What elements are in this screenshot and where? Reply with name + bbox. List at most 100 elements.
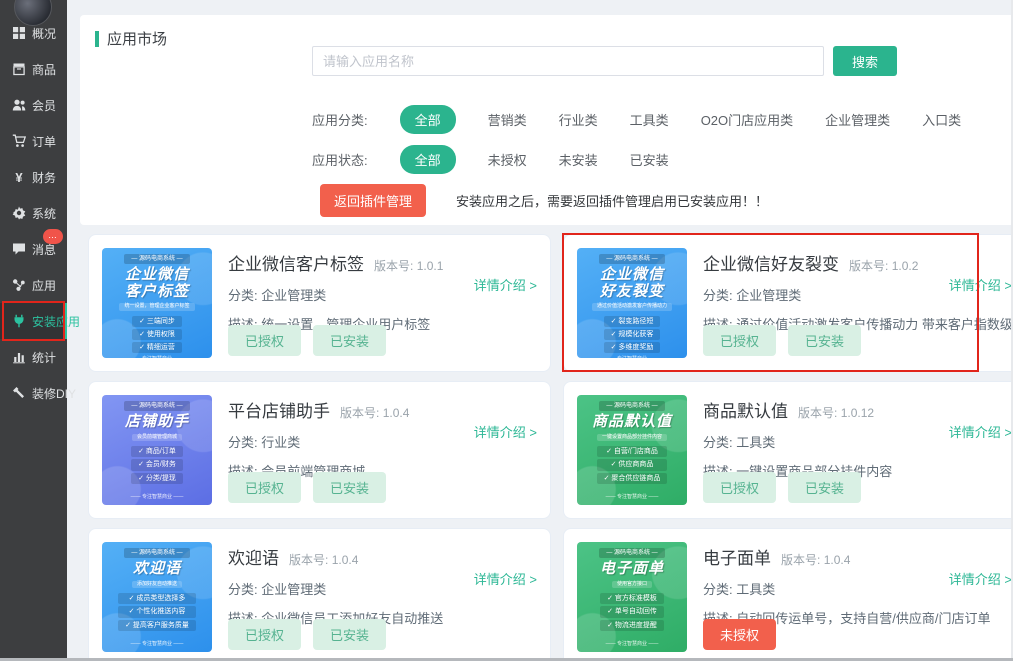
- detail-link[interactable]: 详情介绍 >: [474, 275, 537, 294]
- app-card-body: 企业微信客户标签 版本号: 1.0.1 分类: 企业管理类 描述: 统一设置，管…: [228, 248, 537, 358]
- version-value: 1.0.4: [824, 553, 851, 567]
- app-icon-footer: 专注智慧商业: [131, 493, 184, 500]
- app-card-head: 企业微信客户标签 版本号: 1.0.1: [228, 250, 537, 275]
- detail-link[interactable]: 详情介绍 >: [474, 422, 537, 441]
- sidebar-item-label: 系统: [32, 205, 56, 222]
- app-card-body: 平台店铺助手 版本号: 1.0.4 分类: 行业类 描述: 会员前端管理商城: [228, 395, 537, 505]
- app-card-head: 企业微信好友裂变 版本号: 1.0.2: [703, 250, 1012, 275]
- sidebar-item[interactable]: 应用: [0, 267, 67, 303]
- detail-link[interactable]: 详情介绍 >: [474, 569, 537, 588]
- app-icon-image: — 源码电商系统 — 商品默认值 一键设置商品部分挂件内容 自营/门店商品供应商…: [577, 395, 687, 505]
- app-icon-feature: 三端同步: [132, 316, 182, 327]
- status-tag: 已授权: [228, 619, 301, 650]
- app-icon-feature: 单号自动回传: [600, 606, 664, 617]
- detail-link[interactable]: 详情介绍 >: [949, 275, 1012, 294]
- filter-option[interactable]: 全部: [400, 145, 456, 174]
- app-card-head: 欢迎语 版本号: 1.0.4: [228, 544, 537, 569]
- app-card-grid: — 源码电商系统 — 企业微信客户标签 统一设置，管理企业客户标签 三端同步使用…: [88, 234, 1013, 661]
- app-icon-title-line: 企业微信: [600, 267, 664, 284]
- sidebar-item-icon: [12, 26, 26, 40]
- category-value: 工具类: [736, 435, 775, 450]
- search-input[interactable]: [312, 46, 824, 76]
- app-icon-feature: 精细运营: [132, 342, 182, 353]
- sidebar-item-label: 概况: [32, 25, 56, 42]
- app-name: 企业微信客户标签: [228, 250, 364, 275]
- category-value: 行业类: [261, 435, 300, 450]
- version-label: 版本号:: [849, 259, 888, 273]
- app-icon-image: — 源码电商系统 — 企业微信客户标签 统一设置，管理企业客户标签 三端同步使用…: [102, 248, 212, 358]
- app-card: — 源码电商系统 — 企业微信客户标签 统一设置，管理企业客户标签 三端同步使用…: [88, 234, 551, 372]
- category-value: 企业管理类: [261, 582, 326, 597]
- status-tag: 已安装: [788, 325, 861, 356]
- sidebar-item-label: 订单: [32, 133, 56, 150]
- detail-link[interactable]: 详情介绍 >: [949, 569, 1012, 588]
- filter-option[interactable]: 营销类: [488, 110, 527, 129]
- filter-option[interactable]: 入口类: [922, 110, 961, 129]
- app-version: 版本号: 1.0.1: [374, 257, 443, 274]
- sidebar-item-label: 安装应用: [32, 313, 80, 330]
- app-card: — 源码电商系统 — 欢迎语 添加好友自动推送 成员类型选择多个性化推送内容提高…: [88, 528, 551, 661]
- filter-option[interactable]: 工具类: [630, 110, 669, 129]
- app-card-head: 电子面单 版本号: 1.0.4: [703, 544, 1012, 569]
- sidebar-item-icon: [12, 206, 26, 220]
- app-icon-features: 成员类型选择多个性化推送内容提高客户服务质量: [118, 591, 196, 632]
- sidebar-item-icon: [12, 386, 26, 400]
- app-version: 版本号: 1.0.2: [849, 257, 918, 274]
- sidebar-item-icon: [12, 62, 26, 76]
- app-status-tags: 已授权已安装: [228, 325, 386, 356]
- app-icon-subtitle: 统一设置，管理企业客户标签: [119, 303, 194, 311]
- app-version: 版本号: 1.0.4: [340, 404, 409, 421]
- app-icon-ribbon: — 源码电商系统 —: [599, 548, 664, 558]
- page-title: 应用市场: [95, 28, 167, 49]
- filter-option[interactable]: 未授权: [488, 150, 527, 169]
- app-card-body: 欢迎语 版本号: 1.0.4 分类: 企业管理类 描述: 企业微信员工添加好友自…: [228, 542, 537, 652]
- message-badge: …: [43, 229, 63, 244]
- app-icon-feature: 裂变路径短: [604, 316, 661, 327]
- app-card: — 源码电商系统 — 企业微信好友裂变 通过价值活动激发客户传播动力 裂变路径短…: [563, 234, 1013, 372]
- app-icon-feature: 成员类型选择多: [118, 593, 196, 604]
- filter-label: 应用分类:: [312, 110, 368, 129]
- app-icon-footer: 专注智慧商业: [606, 640, 659, 647]
- detail-link[interactable]: 详情介绍 >: [949, 422, 1012, 441]
- filter-option[interactable]: 行业类: [559, 110, 598, 129]
- sidebar-item[interactable]: 安装应用: [0, 303, 67, 339]
- sidebar-item[interactable]: 订单: [0, 123, 67, 159]
- app-name: 欢迎语: [228, 544, 279, 569]
- app-icon-image: — 源码电商系统 — 企业微信好友裂变 通过价值活动激发客户传播动力 裂变路径短…: [577, 248, 687, 358]
- sidebar-item-label: 会员: [32, 97, 56, 114]
- sidebar-item[interactable]: 装修DIY: [0, 375, 67, 411]
- sidebar-item[interactable]: 系统: [0, 195, 67, 231]
- filter-option[interactable]: O2O门店应用类: [701, 110, 793, 129]
- search-button[interactable]: 搜索: [833, 46, 897, 76]
- return-plugin-manager-button[interactable]: 返回插件管理: [320, 184, 426, 217]
- sidebar-item-icon: [12, 242, 26, 256]
- app-icon-feature: 提高客户服务质量: [118, 620, 196, 631]
- filter-option[interactable]: 未安装: [559, 150, 598, 169]
- sidebar-item[interactable]: 财务: [0, 159, 67, 195]
- version-value: 1.0.1: [417, 259, 444, 273]
- app-icon-features: 官方标准模板单号自动回传物流进度提醒: [600, 591, 664, 632]
- version-value: 1.0.4: [332, 553, 359, 567]
- sidebar-item[interactable]: 消息 …: [0, 231, 67, 267]
- app-status-tags: 未授权: [703, 619, 776, 650]
- version-label: 版本号:: [781, 553, 820, 567]
- sidebar-item-icon: [12, 278, 26, 292]
- filter-option[interactable]: 全部: [400, 105, 456, 134]
- filter-option[interactable]: 已安装: [630, 150, 669, 169]
- app-icon-title-line: 客户标签: [125, 284, 189, 301]
- filter-option[interactable]: 企业管理类: [825, 110, 890, 129]
- app-icon-image: — 源码电商系统 — 电子面单 使用官方接口 官方标准模板单号自动回传物流进度提…: [577, 542, 687, 652]
- app-icon-title-line: 电子面单: [600, 561, 664, 578]
- sidebar-item-icon: [12, 350, 26, 364]
- app-icon-footer: 专注智慧商业: [606, 493, 659, 500]
- app-icon-title-line: 商品默认值: [592, 414, 672, 431]
- app-card-body: 企业微信好友裂变 版本号: 1.0.2 分类: 企业管理类 描述: 通过价值活动…: [703, 248, 1012, 358]
- sidebar-item[interactable]: 统计: [0, 339, 67, 375]
- category-value: 企业管理类: [736, 288, 801, 303]
- status-tag: 已授权: [228, 472, 301, 503]
- app-icon-ribbon: — 源码电商系统 —: [599, 254, 664, 264]
- sidebar-item[interactable]: 商品: [0, 51, 67, 87]
- sidebar-item[interactable]: 会员: [0, 87, 67, 123]
- sidebar-item[interactable]: 概况: [0, 15, 67, 51]
- filter-row: 应用分类: 全部 营销类 行业类 工具类 O2O门店应用类 企业管理类 入口类: [312, 99, 961, 139]
